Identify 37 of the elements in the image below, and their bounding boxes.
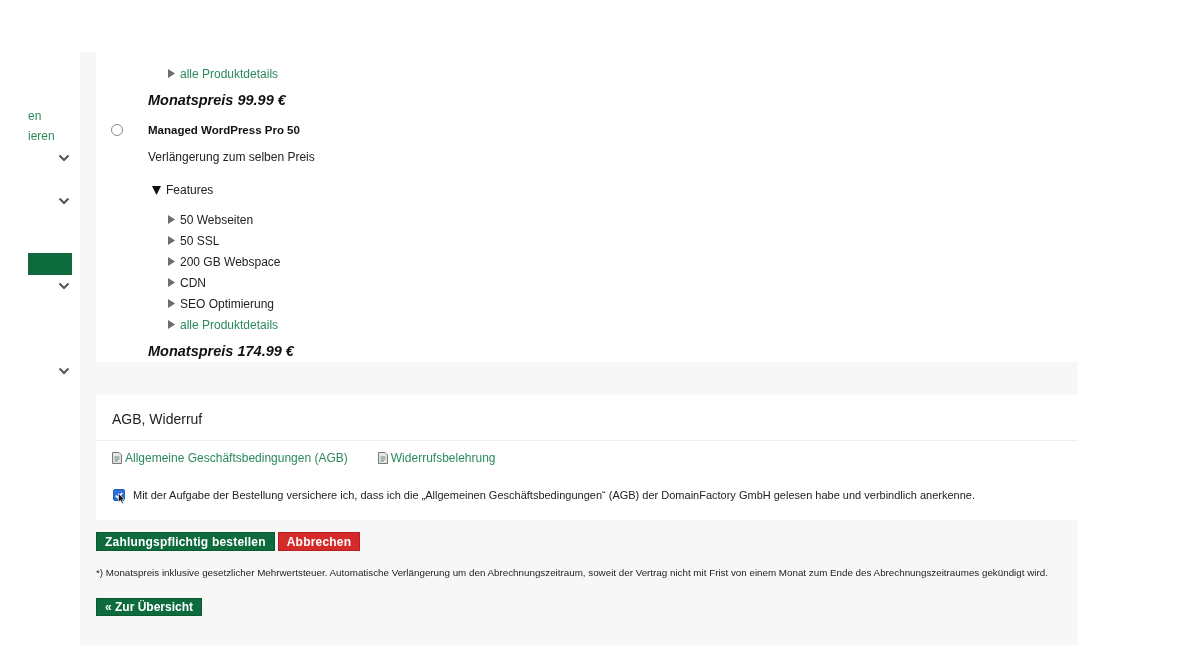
feature-item: CDN	[180, 274, 206, 291]
product-details-link[interactable]: alle Produktdetails	[180, 65, 279, 82]
consent-text: Mit der Aufgabe der Bestellung versichere ich, dass ich die „Allgemeinen Geschäftsbedingungen“ (AGB) der DomainFactory GmbH gelesen habe und verbindlich anerkenne.	[133, 488, 975, 503]
chevron-down-icon[interactable]	[58, 154, 70, 162]
features-toggle[interactable]: Features	[148, 182, 214, 198]
sidebar-link[interactable]: ieren	[28, 126, 55, 146]
footnote: *) Monatspreis inklusive gesetzlicher Mehrwertsteuer. Automatische Verlängerung um den Abrechnungszeitraum, soweit der Vertrag nicht mit Frist von einem Monat zum Ende des Abrechnungszeitraumes gekündigt wird.	[96, 566, 1049, 580]
triangle-right-icon	[168, 215, 175, 224]
renewal-note: Verlängerung zum selben Preis	[148, 149, 315, 165]
radio-button[interactable]	[111, 124, 123, 136]
chevron-down-icon[interactable]	[58, 197, 70, 205]
triangle-right-icon	[168, 299, 175, 308]
product-details-link[interactable]: alle Produktdetails	[180, 316, 279, 333]
monthly-price: Monatspreis 174.99 €	[148, 342, 294, 361]
back-button[interactable]: « Zur Übersicht	[96, 598, 203, 616]
triangle-right-icon	[168, 236, 175, 245]
feature-item: 200 GB Webspace	[180, 253, 281, 270]
feature-item: 50 SSL	[180, 232, 220, 249]
document-link[interactable]: Widerrufsbelehrung	[377, 450, 496, 466]
order-button[interactable]: Zahlungspflichtig bestellen	[96, 532, 275, 551]
mouse-pointer-icon	[118, 493, 125, 504]
document-icon	[112, 452, 122, 464]
triangle-right-icon	[168, 278, 175, 287]
section-title: AGB, Widerruf	[111, 410, 204, 428]
cancel-button[interactable]: Abbrechen	[277, 532, 361, 551]
triangle-right-icon	[168, 69, 175, 78]
sidebar-link[interactable]: en	[28, 106, 42, 126]
chevron-down-icon[interactable]	[58, 367, 70, 375]
feature-item: SEO Optimierung	[180, 295, 275, 312]
document-link[interactable]: Allgemeine Geschäftsbedingungen (AGB)	[112, 450, 348, 466]
feature-item: 50 Webseiten	[180, 211, 254, 228]
monthly-price: Monatspreis 99.99 €	[148, 91, 286, 110]
product-name: Managed WordPress Pro 50	[148, 123, 300, 138]
triangle-right-icon	[168, 320, 175, 329]
triangle-right-icon	[168, 257, 175, 266]
document-icon	[377, 452, 388, 464]
chevron-down-icon[interactable]	[58, 282, 70, 290]
